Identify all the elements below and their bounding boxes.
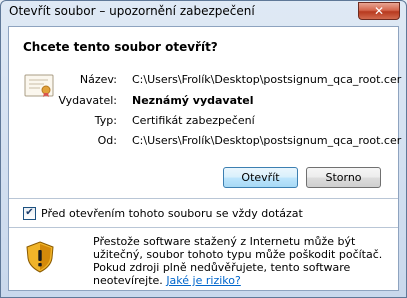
- dialog-content: Chcete tento soubor otevřít? Název: C:\U…: [8, 26, 402, 291]
- publisher-label: Vydavatel:: [58, 94, 117, 107]
- risk-info-link[interactable]: Jaké je riziko?: [166, 274, 241, 287]
- always-ask-option[interactable]: ✔ Před otevřením tohoto souboru se vždy …: [23, 205, 303, 221]
- name-label: Název:: [79, 73, 117, 86]
- divider: [9, 198, 398, 199]
- from-label: Od:: [97, 134, 117, 147]
- title-bar[interactable]: Otevřít soubor – upozornění zabezpečení …: [1, 1, 406, 25]
- publisher-value: Neznámý vydavatel: [132, 94, 254, 107]
- open-button[interactable]: Otevřít: [223, 167, 298, 188]
- file-info-panel: Chcete tento soubor otevřít? Název: C:\U…: [9, 27, 402, 198]
- close-icon: ✕: [373, 4, 385, 18]
- security-warning-dialog: Otevřít soubor – upozornění zabezpečení …: [0, 0, 407, 298]
- shield-warning-icon: [26, 241, 54, 273]
- divider: [9, 227, 398, 228]
- dialog-heading: Chcete tento soubor otevřít?: [23, 40, 218, 54]
- always-ask-label: Před otevřením tohoto souboru se vždy do…: [41, 206, 303, 220]
- security-warning-message: Přestože software stažený z Internetu mů…: [93, 235, 393, 287]
- always-ask-checkbox[interactable]: ✔: [23, 206, 36, 220]
- close-button[interactable]: ✕: [358, 2, 400, 20]
- from-value: C:\Users\Frolík\Desktop\postsignum_qca_r…: [132, 134, 402, 147]
- cancel-button[interactable]: Storno: [306, 167, 381, 188]
- check-mark-icon: ✔: [25, 207, 34, 218]
- window-title: Otevřít soubor – upozornění zabezpečení: [9, 4, 255, 18]
- type-value: Certifikát zabezpečení: [132, 114, 255, 127]
- name-value: C:\Users\Frolík\Desktop\postsignum_qca_r…: [132, 73, 402, 86]
- type-label: Typ:: [94, 114, 117, 127]
